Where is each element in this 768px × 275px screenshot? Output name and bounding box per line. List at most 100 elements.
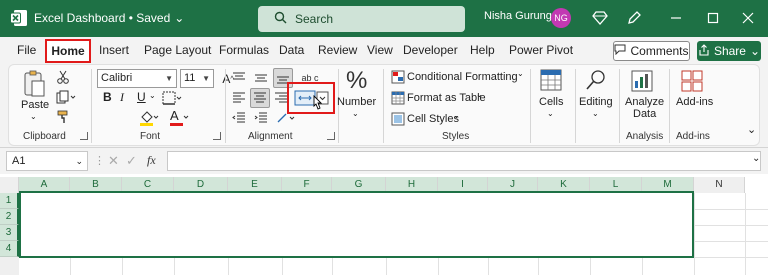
underline-button[interactable]: U	[137, 90, 146, 104]
format-painter-icon[interactable]	[55, 109, 71, 125]
increase-indent-icon[interactable]	[253, 111, 269, 125]
font-group-label: Font	[140, 131, 161, 142]
align-left-icon[interactable]	[231, 91, 247, 105]
italic-button[interactable]: I	[120, 90, 124, 105]
cell-styles-button[interactable]: Cell Styles	[407, 113, 459, 125]
decrease-indent-icon[interactable]	[231, 111, 247, 125]
name-box[interactable]: A1 ⌄	[6, 151, 88, 171]
tab-page-layout[interactable]: Page Layout	[144, 43, 211, 57]
formula-input[interactable]	[167, 151, 761, 171]
find-icon[interactable]	[584, 68, 608, 92]
alignment-group-label: Alignment	[248, 131, 293, 142]
insert-function-icon[interactable]: fx	[147, 153, 156, 168]
add-ins-group-label: Add-ins	[676, 131, 710, 142]
chevron-down-icon[interactable]: ⌄	[476, 90, 483, 99]
paste-dropdown-icon[interactable]: ⌄	[30, 112, 37, 121]
close-icon[interactable]	[738, 8, 758, 28]
format-as-table-button[interactable]: Format as Table	[407, 92, 486, 104]
share-button[interactable]: Share ⌄	[697, 41, 761, 61]
maximize-icon[interactable]	[703, 8, 723, 28]
number-label[interactable]: Number	[337, 96, 376, 108]
number-dropdown-icon[interactable]: ⌄	[352, 109, 359, 118]
chevron-down-icon: ▼	[165, 74, 173, 83]
fill-color-icon[interactable]	[138, 109, 160, 127]
tab-home[interactable]: Home	[45, 39, 91, 63]
font-launcher-icon[interactable]	[213, 132, 221, 140]
tab-power-pivot[interactable]: Power Pivot	[509, 43, 573, 57]
clipboard-launcher-icon[interactable]	[80, 132, 88, 140]
row-header[interactable]: 1	[0, 193, 19, 209]
alignment-launcher-icon[interactable]	[327, 132, 335, 140]
tab-insert[interactable]: Insert	[99, 43, 129, 57]
chevron-down-icon[interactable]: ⌄	[453, 111, 460, 120]
diamond-icon[interactable]	[590, 8, 610, 28]
share-icon	[698, 43, 710, 59]
column-header[interactable]: N	[694, 177, 745, 193]
format-as-table-icon[interactable]	[391, 91, 405, 105]
borders-icon[interactable]	[161, 90, 183, 106]
minimize-icon[interactable]	[666, 8, 686, 28]
separator	[91, 69, 92, 143]
font-name-select[interactable]: Calibri ▼	[97, 69, 177, 88]
conditional-formatting-icon[interactable]	[391, 70, 405, 84]
align-center-icon[interactable]	[250, 88, 270, 108]
tab-data[interactable]: Data	[279, 43, 304, 57]
row-header[interactable]: 2	[0, 209, 19, 225]
user-name[interactable]: Nisha Gurung	[484, 10, 552, 22]
conditional-formatting-button[interactable]: Conditional Formatting	[407, 71, 518, 83]
cancel-icon[interactable]: ✕	[108, 153, 119, 169]
analyze-data-icon[interactable]	[629, 68, 655, 94]
row-header[interactable]: 3	[0, 225, 19, 241]
editing-label[interactable]: Editing	[579, 96, 613, 108]
cells-icon[interactable]	[539, 68, 563, 92]
align-middle-icon[interactable]	[253, 71, 269, 85]
file-title[interactable]: Excel Dashboard • Saved ⌄	[34, 11, 184, 25]
tab-developer[interactable]: Developer	[403, 43, 458, 57]
search-box[interactable]: Search	[258, 6, 465, 32]
cell-styles-icon[interactable]	[391, 112, 405, 126]
analyze-data-label[interactable]: Data	[633, 108, 656, 120]
row-header[interactable]	[0, 257, 19, 275]
chevron-down-icon[interactable]: ⌄	[547, 109, 554, 118]
align-top-icon[interactable]	[231, 71, 247, 85]
cut-icon[interactable]	[55, 69, 71, 85]
copy-icon[interactable]	[55, 89, 77, 105]
percent-icon[interactable]: %	[346, 67, 367, 95]
chevron-down-icon[interactable]: ⌄	[592, 109, 599, 118]
add-ins-icon[interactable]	[679, 68, 705, 94]
paste-icon[interactable]	[21, 69, 47, 99]
font-name-value: Calibri	[101, 72, 133, 84]
chevron-down-icon[interactable]: ⌄	[517, 69, 524, 78]
add-ins-label[interactable]: Add-ins	[676, 96, 713, 108]
pen-icon[interactable]	[624, 8, 644, 28]
chevron-down-icon: ▼	[202, 74, 210, 83]
cells-label[interactable]: Cells	[539, 96, 563, 108]
paste-label[interactable]: Paste	[21, 99, 49, 111]
expand-formula-icon[interactable]: ⌄	[752, 153, 760, 164]
font-color-icon[interactable]: A	[168, 108, 190, 127]
confirm-icon[interactable]: ✓	[126, 153, 137, 169]
selected-range[interactable]	[19, 191, 694, 258]
comments-button[interactable]: Comments	[613, 41, 690, 61]
avatar[interactable]: NG	[551, 8, 571, 28]
separator	[575, 69, 576, 143]
separator	[530, 69, 531, 143]
font-size-select[interactable]: 11 ▼	[180, 69, 214, 88]
analyze-label[interactable]: Analyze	[625, 96, 664, 108]
comment-icon	[614, 44, 626, 58]
tab-help[interactable]: Help	[470, 43, 495, 57]
bold-button[interactable]: B	[103, 90, 112, 104]
tab-formulas[interactable]: Formulas	[219, 43, 269, 57]
font-size-value: 11	[184, 72, 196, 84]
row-header[interactable]: 4	[0, 241, 19, 257]
collapse-ribbon-icon[interactable]: ⌄	[747, 123, 756, 136]
tab-view[interactable]: View	[367, 43, 393, 57]
underline-dropdown-icon[interactable]: ⌄	[149, 91, 156, 100]
grid-line	[694, 193, 695, 275]
tab-review[interactable]: Review	[318, 43, 357, 57]
select-all-corner[interactable]	[0, 177, 19, 193]
grid-line	[745, 193, 746, 275]
excel-logo-icon	[10, 9, 28, 27]
tab-file[interactable]: File	[17, 43, 36, 57]
more-options-icon[interactable]: ⋮	[94, 154, 105, 167]
